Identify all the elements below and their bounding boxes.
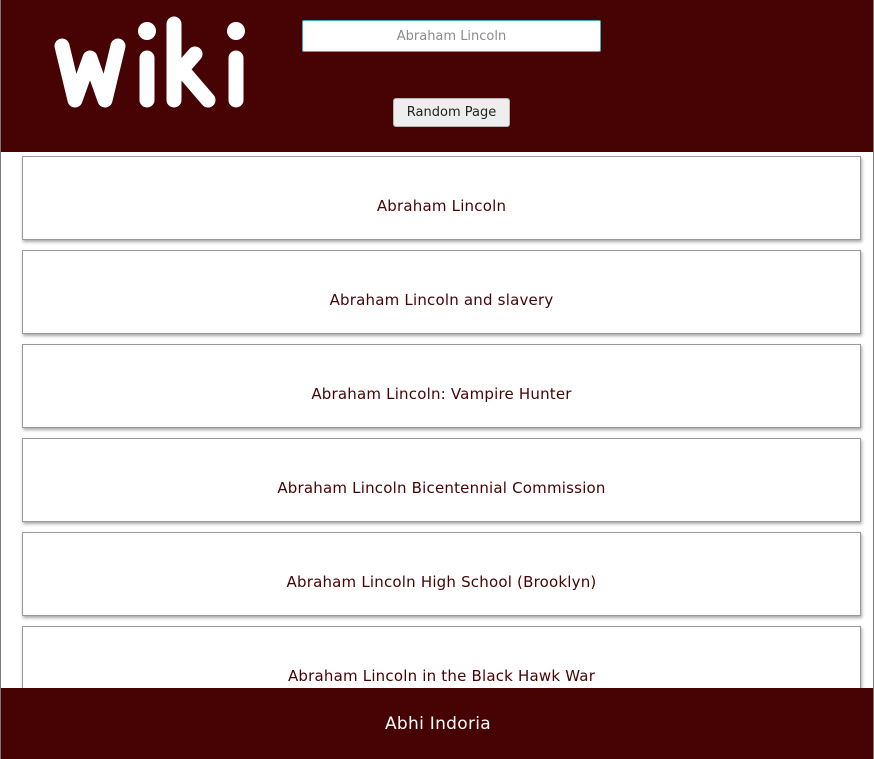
footer: Abhi Indoria xyxy=(1,688,873,759)
result-card[interactable]: Abraham Lincoln Bicentennial Commission xyxy=(22,438,861,522)
header: Random Page xyxy=(1,0,873,152)
results-list: Abraham Lincoln Abraham Lincoln and slav… xyxy=(22,156,861,720)
page: Random Page Abraham Lincoln Abraham Linc… xyxy=(0,0,874,759)
result-card[interactable]: Abraham Lincoln and slavery xyxy=(22,250,861,334)
result-card[interactable]: Abraham Lincoln High School (Brooklyn) xyxy=(22,532,861,616)
result-card[interactable]: Abraham Lincoln xyxy=(22,156,861,240)
result-card[interactable]: Abraham Lincoln: Vampire Hunter xyxy=(22,344,861,428)
result-title[interactable]: Abraham Lincoln in the Black Hawk War xyxy=(288,667,595,685)
footer-credit: Abhi Indoria xyxy=(384,713,492,734)
search-input[interactable] xyxy=(302,20,601,52)
random-page-button[interactable]: Random Page xyxy=(393,98,510,127)
result-title[interactable]: Abraham Lincoln: Vampire Hunter xyxy=(311,385,571,403)
wiki-logo[interactable] xyxy=(53,14,249,114)
result-title[interactable]: Abraham Lincoln xyxy=(377,197,506,215)
result-title[interactable]: Abraham Lincoln Bicentennial Commission xyxy=(277,479,605,497)
result-title[interactable]: Abraham Lincoln High School (Brooklyn) xyxy=(287,573,597,591)
result-title[interactable]: Abraham Lincoln and slavery xyxy=(330,291,554,309)
